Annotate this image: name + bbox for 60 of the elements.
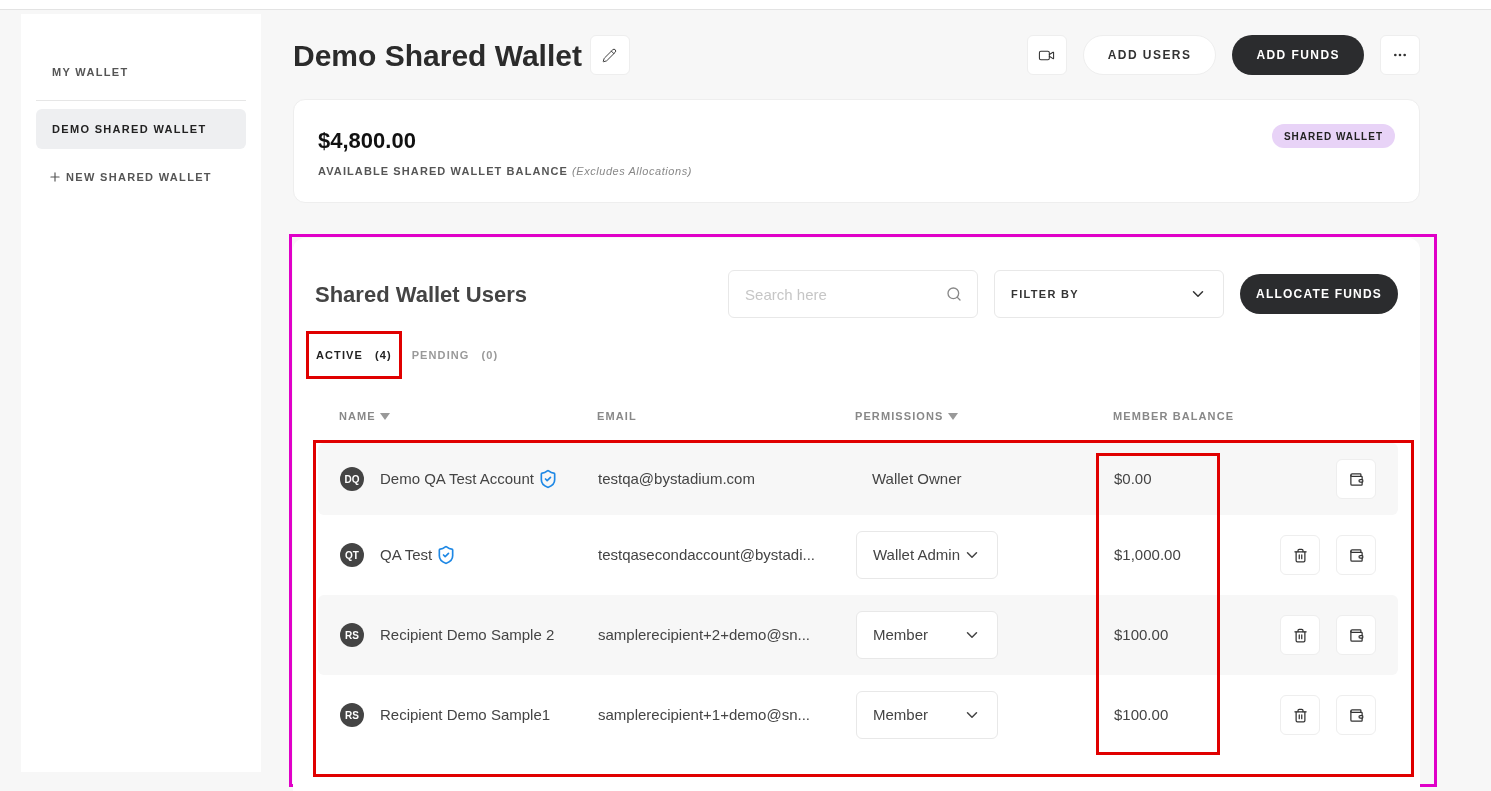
- search-field[interactable]: Search here: [728, 270, 979, 318]
- section-title: Shared Wallet Users: [315, 280, 527, 309]
- wallet-icon: [1348, 547, 1364, 563]
- user-name: Recipient Demo Sample 2: [380, 624, 555, 645]
- avatar: RS: [340, 703, 364, 727]
- avatar: RS: [340, 623, 364, 647]
- sidebar-item[interactable]: MY WALLET: [36, 52, 246, 92]
- trash-icon: [1292, 547, 1308, 563]
- delete-button[interactable]: [1280, 615, 1320, 655]
- plus-icon: [48, 170, 62, 184]
- sidebar-item[interactable]: DEMO SHARED WALLET: [36, 109, 246, 149]
- delete-button[interactable]: [1280, 695, 1320, 735]
- permission-dropdown[interactable]: Wallet Admin: [856, 531, 998, 579]
- wallet-icon: [1348, 627, 1364, 643]
- member-balance: $100.00: [1114, 706, 1169, 723]
- tab[interactable]: ACTIVE (4): [306, 331, 402, 379]
- sort-caret-icon[interactable]: [379, 412, 390, 420]
- video-button[interactable]: [1026, 35, 1067, 75]
- trash-icon: [1292, 627, 1308, 643]
- trash-icon: [1292, 707, 1308, 723]
- add-funds-button[interactable]: ADD FUNDS: [1232, 35, 1364, 75]
- member-balance: $100.00: [1114, 626, 1169, 643]
- user-email: samplerecipient+1+demo@sn...: [598, 706, 810, 723]
- shared-wallet-badge: SHARED WALLET: [1271, 124, 1395, 148]
- member-balance: $0.00: [1114, 470, 1152, 487]
- delete-button[interactable]: [1280, 535, 1320, 575]
- user-email: testqa@bystadium.com: [598, 470, 755, 487]
- user-email: testqasecondaccount@bystadi...: [598, 546, 816, 563]
- balance-label: AVAILABLE SHARED WALLET BALANCE: [318, 165, 569, 177]
- balance-note: (Excludes Allocations): [572, 165, 692, 177]
- new-wallet-link[interactable]: NEW SHARED WALLET: [36, 157, 246, 197]
- wallet-button[interactable]: [1336, 459, 1376, 499]
- column-header[interactable]: PERMISSIONS: [855, 407, 1113, 425]
- edit-icon: [602, 47, 618, 63]
- avatar: QT: [340, 543, 364, 567]
- member-balance: $1,000.00: [1114, 546, 1181, 563]
- avatar: DQ: [340, 467, 364, 491]
- user-name: QA Test: [380, 544, 433, 565]
- user-name: Demo QA Test Account: [380, 468, 534, 489]
- search-icon[interactable]: [946, 286, 963, 302]
- user-name: Recipient Demo Sample1: [380, 704, 551, 725]
- column-header: EMAIL: [597, 408, 638, 424]
- edit-button[interactable]: [589, 35, 630, 75]
- wallet-button[interactable]: [1336, 695, 1376, 735]
- wallet-button[interactable]: [1336, 535, 1376, 575]
- allocate-funds-button[interactable]: ALLOCATE FUNDS: [1240, 274, 1398, 314]
- column-header: MEMBER BALANCE: [1113, 408, 1236, 424]
- wallet-icon: [1348, 707, 1364, 723]
- permission-text: Wallet Owner: [872, 470, 962, 487]
- balance-amount: $4,800.00: [318, 127, 417, 155]
- wallet-title: Demo Shared Wallet: [293, 37, 582, 74]
- add-users-button[interactable]: ADD USERS: [1082, 35, 1217, 75]
- filter-dropdown[interactable]: FILTER BY: [994, 270, 1225, 318]
- sort-caret-icon[interactable]: [947, 412, 958, 420]
- wallet-icon: [1348, 471, 1364, 487]
- wallet-button[interactable]: [1336, 615, 1376, 655]
- column-header[interactable]: NAME: [339, 407, 597, 425]
- permission-dropdown[interactable]: Member: [856, 691, 998, 739]
- permission-dropdown[interactable]: Member: [856, 611, 998, 659]
- user-email: samplerecipient+2+demo@sn...: [598, 626, 810, 643]
